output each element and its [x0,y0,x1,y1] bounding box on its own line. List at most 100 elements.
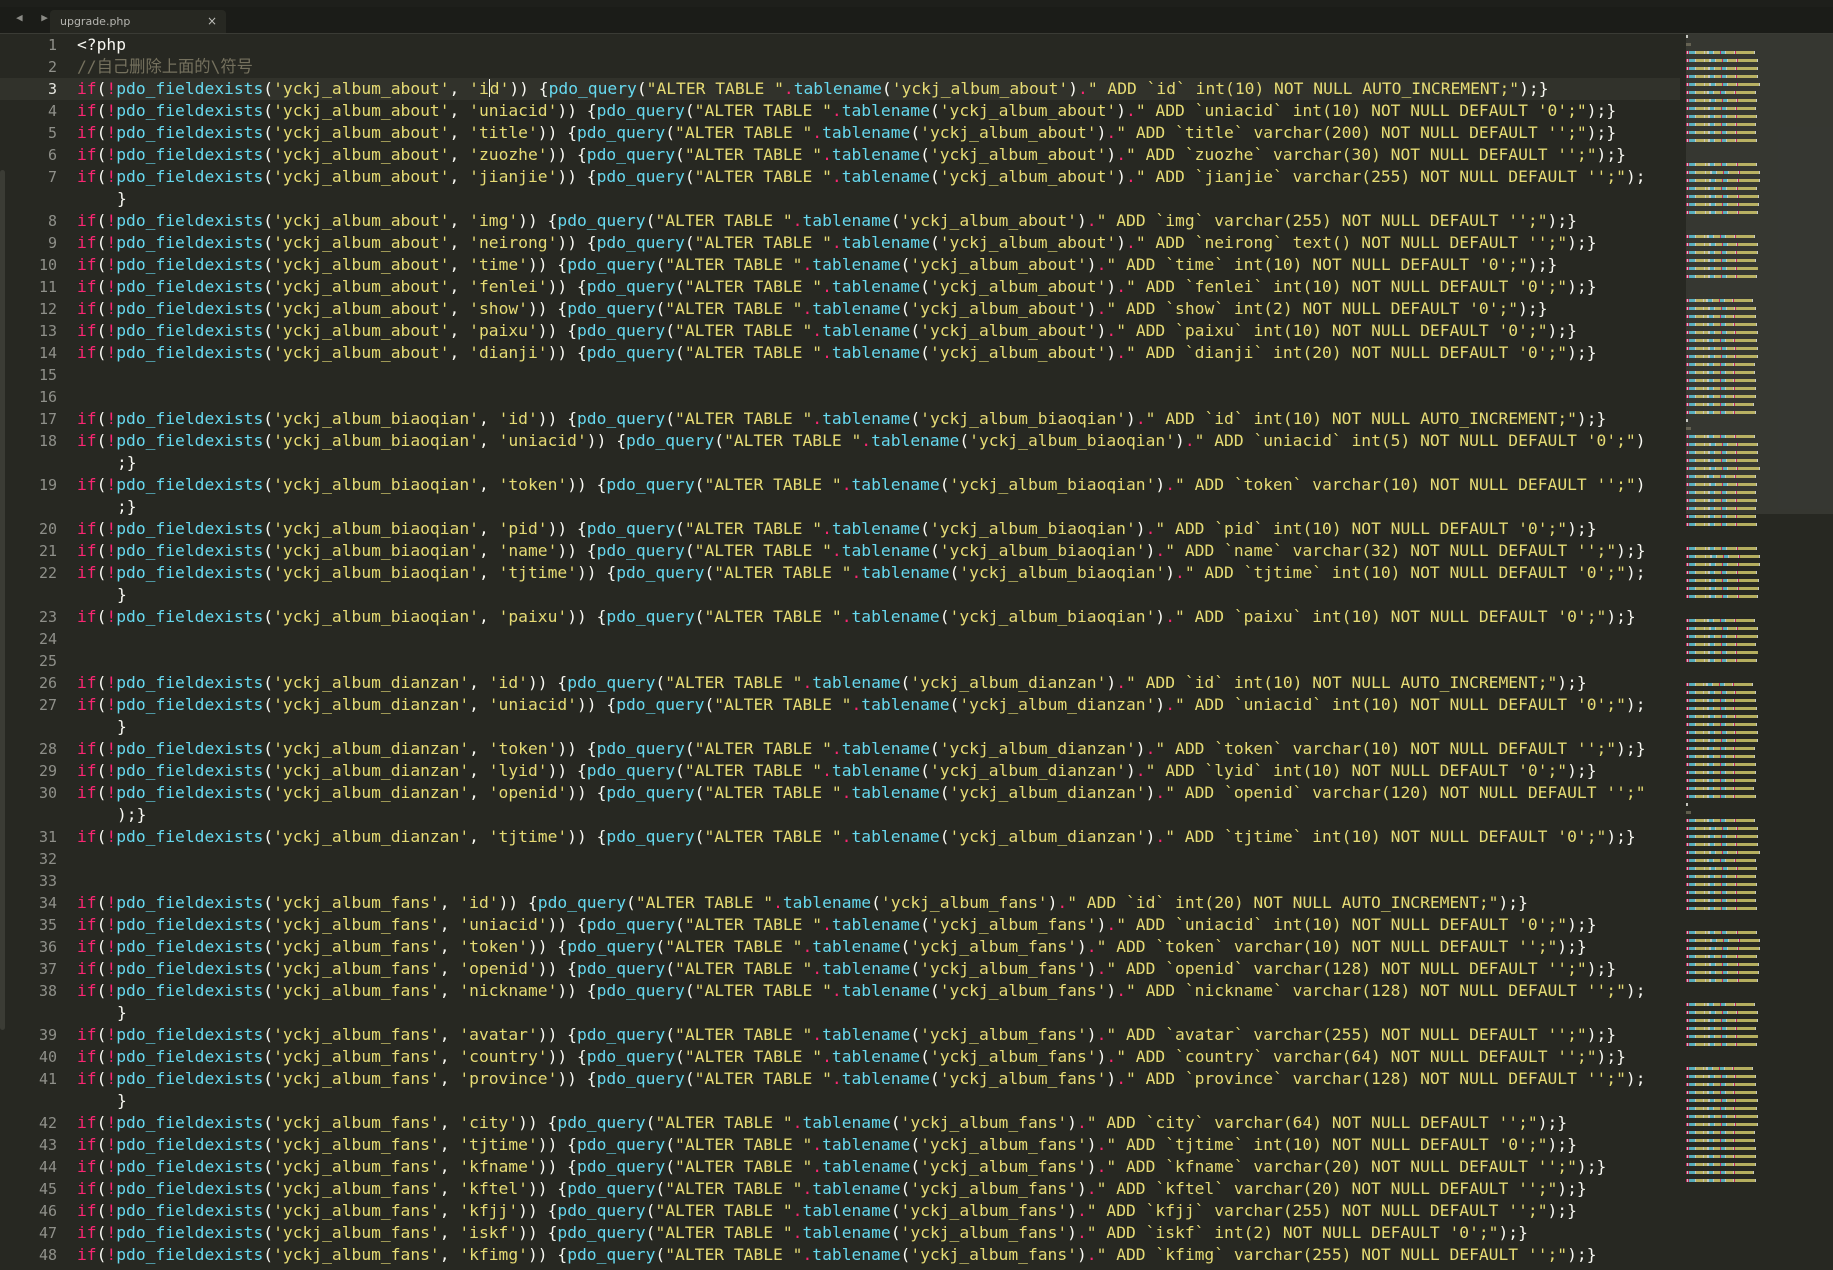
close-icon[interactable]: × [207,14,217,28]
code-line[interactable]: 3 if(!pdo_fieldexists('yckj_album_about',… [0,78,1680,100]
code-line[interactable]: 30 if(!pdo_fieldexists('yckj_album_dianza… [0,782,1680,826]
code-line[interactable]: 27 if(!pdo_fieldexists('yckj_album_dianza… [0,694,1680,738]
minimap-line [1686,938,1833,944]
code-token: ! [106,167,117,186]
code-line[interactable]: 4 if(!pdo_fieldexists('yckj_album_about',… [0,100,1680,122]
code-line[interactable]: 36 if(!pdo_fieldexists('yckj_album_fans',… [0,936,1680,958]
code-token: 'show' [469,299,528,318]
code-line[interactable]: 29 if(!pdo_fieldexists('yckj_album_dianza… [0,760,1680,782]
code-line[interactable]: 32 [0,848,1680,870]
code-line[interactable]: 21 if(!pdo_fieldexists('yckj_album_biaoqi… [0,540,1680,562]
minimap-token [1696,587,1705,590]
code-line[interactable]: 33 [0,870,1680,892]
minimap-token [1726,379,1733,382]
minimap[interactable] [1686,34,1833,1270]
code-line[interactable]: 8 if(!pdo_fieldexists('yckj_album_about',… [0,210,1680,232]
code-line[interactable]: 46 if(!pdo_fieldexists('yckj_album_fans',… [0,1200,1680,1222]
code-token: pdo_fieldexists [116,1069,264,1088]
minimap-token [1759,467,1760,470]
minimap-token [1727,1035,1735,1038]
code-line[interactable]: 38 if(!pdo_fieldexists('yckj_album_fans',… [0,980,1680,1024]
code-line[interactable]: 18 if(!pdo_fieldexists('yckj_album_biaoqi… [0,430,1680,474]
code-line[interactable]: 19 if(!pdo_fieldexists('yckj_album_biaoqi… [0,474,1680,518]
code-line[interactable]: 7 if(!pdo_fieldexists('yckj_album_about',… [0,166,1680,210]
code-line[interactable]: 9 if(!pdo_fieldexists('yckj_album_about',… [0,232,1680,254]
code-line[interactable]: 28 if(!pdo_fieldexists('yckj_album_dianza… [0,738,1680,760]
code-line[interactable]: 6 if(!pdo_fieldexists('yckj_album_about',… [0,144,1680,166]
minimap-token [1756,571,1757,574]
code-line[interactable]: 43 if(!pdo_fieldexists('yckj_album_fans',… [0,1134,1680,1156]
code-line[interactable]: 44 if(!pdo_fieldexists('yckj_album_fans',… [0,1156,1680,1178]
code-line[interactable]: 24 [0,628,1680,650]
code-line[interactable]: 26 if(!pdo_fieldexists('yckj_album_dianza… [0,672,1680,694]
code-token: " ADD `nickname` varchar(128) NOT NULL D… [1126,981,1626,1000]
code-token: 'yckj_album_fans' [273,1201,440,1220]
code-editor[interactable]: 1 <?php 2//自己删除上面的\符号 3 if(!pdo_fieldexists(… [0,34,1680,1270]
minimap-token [1726,1163,1733,1166]
code-line[interactable]: 42 if(!pdo_fieldexists('yckj_album_fans',… [0,1112,1680,1134]
code-line[interactable]: 37 if(!pdo_fieldexists('yckj_album_fans',… [0,958,1680,980]
code-token: . [812,123,823,142]
code-token: 'openid' [459,959,538,978]
code-line[interactable]: 16 [0,386,1680,408]
minimap-token [1756,1107,1757,1110]
code-line[interactable]: 14 if(!pdo_fieldexists('yckj_album_about'… [0,342,1680,364]
code-line[interactable]: 12 if(!pdo_fieldexists('yckj_album_about'… [0,298,1680,320]
code-line[interactable]: 15 [0,364,1680,386]
minimap-token [1759,555,1760,558]
code-line[interactable]: 22 if(!pdo_fieldexists('yckj_album_biaoqi… [0,562,1680,606]
code-token: 'yckj_album_about' [273,101,450,120]
minimap-token [1696,1075,1703,1078]
code-line[interactable]: 40 if(!pdo_fieldexists('yckj_album_fans',… [0,1046,1680,1068]
minimap-token [1735,1083,1755,1086]
minimap-token [1696,819,1704,822]
line-number: 37 [38,960,57,978]
code-token: "ALTER TABLE " [675,959,813,978]
code-line[interactable]: 48 if(!pdo_fieldexists('yckj_album_fans',… [0,1244,1680,1266]
code-token: );} [1586,101,1617,120]
code-line[interactable]: 47 if(!pdo_fieldexists('yckj_album_fans',… [0,1222,1680,1244]
code-token: );} [1557,673,1587,692]
code-line[interactable]: 25 [0,650,1680,672]
code-line[interactable]: 2//自己删除上面的\符号 [0,56,1680,78]
code-token: . [831,541,842,560]
code-line[interactable]: 5 if(!pdo_fieldexists('yckj_album_about',… [0,122,1680,144]
code-line[interactable]: 23 if(!pdo_fieldexists('yckj_album_biaoqi… [0,606,1680,628]
code-line[interactable]: 1 <?php [0,34,1680,56]
code-token: ( [890,1113,901,1132]
code-line[interactable]: 10 if(!pdo_fieldexists('yckj_album_about'… [0,254,1680,276]
code-token: tablename [822,1157,911,1176]
code-token: pdo_fieldexists [116,695,264,714]
code-line[interactable]: 41 if(!pdo_fieldexists('yckj_album_fans',… [0,1068,1680,1112]
code-line[interactable]: 11 if(!pdo_fieldexists('yckj_album_about'… [0,276,1680,298]
code-token: pdo_fieldexists [116,431,264,450]
code-token: tablename [802,211,891,230]
code-token: "ALTER TABLE " [655,1201,793,1220]
code-line[interactable]: 39 if(!pdo_fieldexists('yckj_album_fans',… [0,1024,1680,1046]
code-line[interactable]: 13 if(!pdo_fieldexists('yckj_album_about'… [0,320,1680,342]
minimap-token [1736,347,1757,350]
code-token: ( [96,1113,107,1132]
code-token: ) [1086,1135,1097,1154]
code-line[interactable]: 20 if(!pdo_fieldexists('yckj_album_biaoqi… [0,518,1680,540]
code-line[interactable]: 17 if(!pdo_fieldexists('yckj_album_biaoqi… [0,408,1680,430]
minimap-viewport[interactable] [1686,34,1833,514]
minimap-line [1686,1074,1833,1080]
code-line[interactable]: 34 if(!pdo_fieldexists('yckj_album_fans',… [0,892,1680,914]
minimap-token [1696,75,1704,78]
tab-nav-arrows-icon[interactable]: ◀ ▶ [16,11,54,24]
tab-upgrade-php[interactable]: upgrade.php × [50,10,226,33]
code-token: 'tjtime' [488,827,568,846]
code-token: ( [675,915,685,934]
code-token: ( [263,1201,274,1220]
minimap-token [1696,1115,1703,1118]
code-text: if(!pdo_fieldexists('yckj_album_dianzan'… [77,782,1680,804]
minimap-line [1686,850,1833,856]
minimap-token [1738,547,1756,550]
code-line[interactable]: 45 if(!pdo_fieldexists('yckj_album_fans',… [0,1178,1680,1200]
code-token: . [1057,893,1068,912]
minimap-token [1696,963,1705,966]
code-line[interactable]: 35 if(!pdo_fieldexists('yckj_album_fans',… [0,914,1680,936]
code-line[interactable]: 31 if(!pdo_fieldexists('yckj_album_dianza… [0,826,1680,848]
minimap-token [1727,1075,1734,1078]
